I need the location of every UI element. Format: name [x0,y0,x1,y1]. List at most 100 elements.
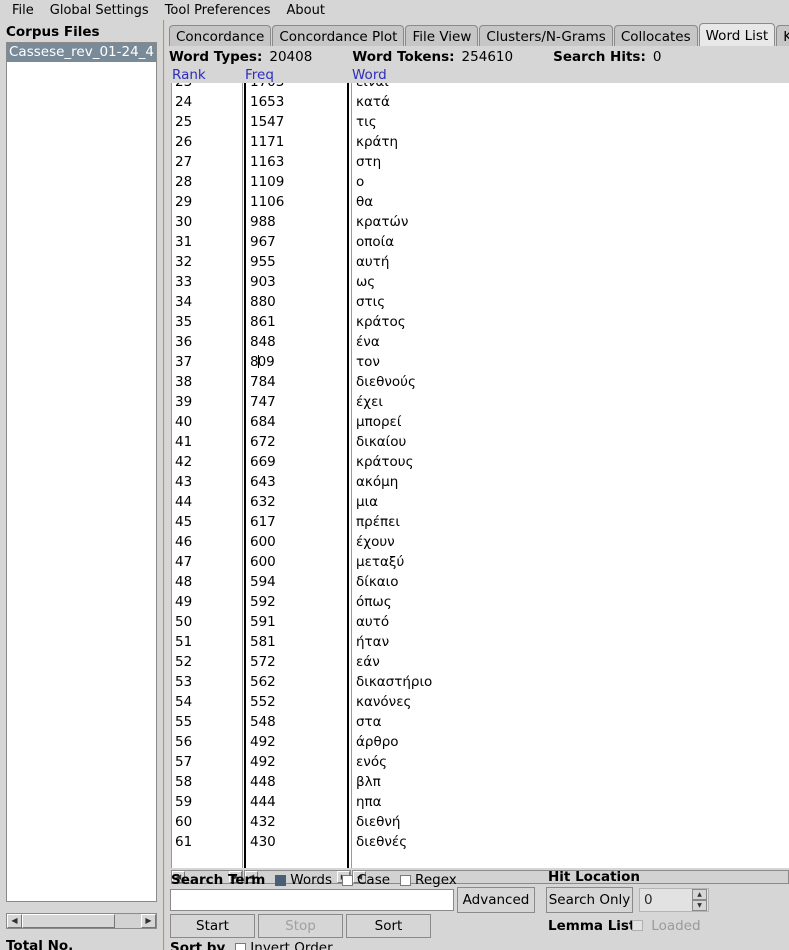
table-cell-rank[interactable]: 29 [172,192,242,212]
table-cell-freq[interactable]: 591 [246,612,347,632]
scroll-right-icon[interactable]: ▶ [141,914,156,928]
table-cell-rank[interactable]: 27 [172,152,242,172]
scrollbar-thumb[interactable] [22,914,115,928]
table-cell-word[interactable]: μεταξύ [352,552,789,572]
table-cell-freq[interactable]: 592 [246,592,347,612]
table-cell-freq[interactable]: 784 [246,372,347,392]
table-cell-rank[interactable]: 39 [172,392,242,412]
advanced-button[interactable]: Advanced [457,887,535,913]
table-cell-word[interactable]: κράτους [352,452,789,472]
table-cell-freq[interactable]: 430 [246,832,347,852]
table-cell-freq[interactable]: 1547 [246,112,347,132]
table-cell-word[interactable]: όπως [352,592,789,612]
tab-collocates[interactable]: Collocates [613,25,698,46]
table-cell-word[interactable]: κράτη [352,132,789,152]
table-cell-word[interactable]: ηπα [352,792,789,812]
table-cell-rank[interactable]: 36 [172,332,242,352]
tab-word-list[interactable]: Word List [698,23,776,46]
table-cell-rank[interactable]: 38 [172,372,242,392]
table-column-word[interactable]: είναικατάτιςκράτηστηοθακρατώνοποίααυτήως… [351,83,789,868]
table-cell-rank[interactable]: 34 [172,292,242,312]
tab-concordance[interactable]: Concordance [169,25,272,46]
table-cell-word[interactable]: δικαστήριο [352,672,789,692]
table-cell-word[interactable]: έχει [352,392,789,412]
case-label[interactable]: Case [357,872,390,888]
table-cell-rank[interactable]: 60 [172,812,242,832]
table-cell-freq[interactable]: 1171 [246,132,347,152]
table-cell-freq[interactable]: 1653 [246,92,347,112]
spinner-buttons[interactable]: ▲ ▼ [692,889,707,911]
table-cell-freq[interactable]: 1163 [246,152,347,172]
words-label[interactable]: Words [290,872,332,888]
words-checkbox[interactable] [275,874,287,886]
hit-location-value[interactable]: 0 [640,892,692,908]
table-cell-freq[interactable]: 594 [246,572,347,592]
table-cell-rank[interactable]: 50 [172,612,242,632]
table-cell-word[interactable]: αυτή [352,252,789,272]
table-cell-rank[interactable]: 59 [172,792,242,812]
table-cell-rank[interactable]: 40 [172,412,242,432]
table-cell-freq[interactable]: 632 [246,492,347,512]
tab-file-view[interactable]: File View [405,25,479,46]
table-cell-rank[interactable]: 41 [172,432,242,452]
regex-label[interactable]: Regex [415,872,457,888]
table-cell-word[interactable]: ακόμη [352,472,789,492]
table-cell-word[interactable]: οποία [352,232,789,252]
table-cell-freq[interactable]: 562 [246,672,347,692]
table-cell-freq[interactable]: 552 [246,692,347,712]
table-cell-word[interactable]: δικαίου [352,432,789,452]
table-cell-rank[interactable]: 23 [172,83,242,92]
table-cell-word[interactable]: εάν [352,652,789,672]
hit-location-spinner[interactable]: 0 ▲ ▼ [639,888,709,912]
table-cell-freq[interactable]: 988 [246,212,347,232]
table-cell-rank[interactable]: 52 [172,652,242,672]
table-cell-word[interactable]: τον [352,352,789,372]
table-cell-rank[interactable]: 33 [172,272,242,292]
table-cell-freq[interactable]: 903 [246,272,347,292]
table-cell-rank[interactable]: 51 [172,632,242,652]
table-cell-rank[interactable]: 26 [172,132,242,152]
table-cell-rank[interactable]: 25 [172,112,242,132]
table-cell-word[interactable]: δίκαιο [352,572,789,592]
table-cell-freq[interactable]: 600 [246,552,347,572]
table-cell-word[interactable]: έχουν [352,532,789,552]
table-cell-rank[interactable]: 31 [172,232,242,252]
table-cell-word[interactable]: τις [352,112,789,132]
table-cell-word[interactable]: διεθνούς [352,372,789,392]
table-cell-word[interactable]: ένα [352,332,789,352]
table-cell-freq[interactable]: 880 [246,292,347,312]
table-cell-rank[interactable]: 45 [172,512,242,532]
table-cell-rank[interactable]: 55 [172,712,242,732]
word-list-table[interactable]: 2324252627282930313233343536373839404142… [171,83,789,868]
column-header-rank[interactable]: Rank [172,67,206,83]
table-cell-word[interactable]: διεθνή [352,812,789,832]
tab-concordance-plot[interactable]: Concordance Plot [272,25,405,46]
table-cell-freq[interactable]: 448 [246,772,347,792]
table-cell-word[interactable]: αυτό [352,612,789,632]
table-cell-freq[interactable]: 643 [246,472,347,492]
corpus-list-hscrollbar[interactable]: ◀ ▶ [6,913,157,929]
spinner-down-icon[interactable]: ▼ [692,900,707,911]
table-cell-rank[interactable]: 44 [172,492,242,512]
table-cell-freq[interactable]: 669 [246,452,347,472]
table-cell-freq[interactable]: 432 [246,812,347,832]
table-cell-word[interactable]: πρέπει [352,512,789,532]
table-cell-word[interactable]: είναι [352,83,789,92]
sort-button[interactable]: Sort [346,914,431,938]
table-cell-freq[interactable]: 572 [246,652,347,672]
menu-item-about[interactable]: About [279,2,333,19]
table-cell-freq[interactable]: 1106 [246,192,347,212]
list-item[interactable]: Cassese_rev_01-24_4 [7,43,156,62]
table-cell-rank[interactable]: 28 [172,172,242,192]
table-cell-freq[interactable]: 444 [246,792,347,812]
table-cell-rank[interactable]: 47 [172,552,242,572]
table-cell-rank[interactable]: 54 [172,692,242,712]
table-cell-word[interactable]: μπορεί [352,412,789,432]
table-cell-word[interactable]: ήταν [352,632,789,652]
table-cell-rank[interactable]: 61 [172,832,242,852]
table-cell-rank[interactable]: 42 [172,452,242,472]
table-cell-rank[interactable]: 43 [172,472,242,492]
table-cell-freq[interactable]: 600 [246,532,347,552]
table-cell-word[interactable]: κράτος [352,312,789,332]
table-cell-freq[interactable]: 747 [246,392,347,412]
